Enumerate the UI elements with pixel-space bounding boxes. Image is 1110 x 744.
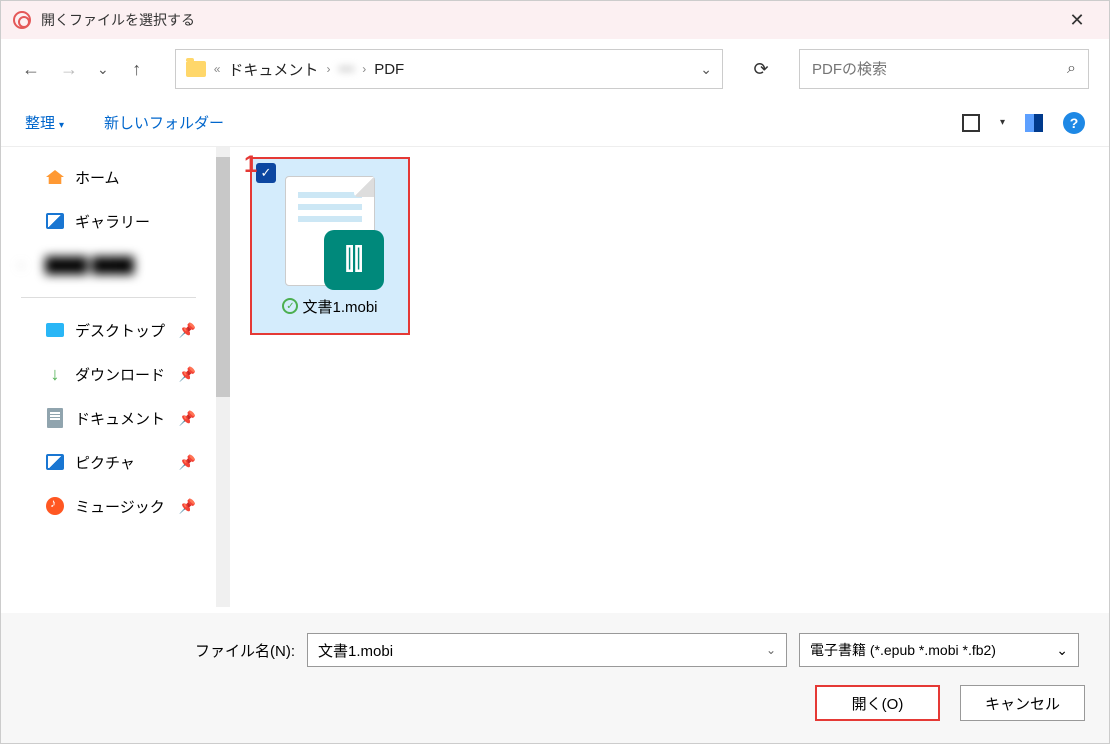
document-icon	[47, 408, 63, 428]
sidebar-item-desktop[interactable]: デスクトップ📌	[1, 308, 216, 352]
path-segment-hidden[interactable]: •••	[338, 61, 354, 78]
new-folder-button[interactable]: 新しいフォルダー	[104, 112, 224, 133]
home-icon	[46, 170, 64, 184]
refresh-button[interactable]: ⟳	[741, 59, 781, 80]
view-mode-button[interactable]	[962, 114, 980, 132]
file-list-area[interactable]: ✓ ⫿⫿ ✓ 文書1.mobi	[230, 147, 1109, 607]
pin-icon: 📌	[179, 322, 196, 339]
download-icon: ↓	[51, 364, 60, 385]
sidebar-item-downloads[interactable]: ↓ダウンロード📌	[1, 352, 216, 396]
view-dropdown[interactable]: ▾	[1000, 117, 1005, 128]
file-thumbnail: ⫿⫿	[285, 176, 375, 286]
sync-status-icon: ✓	[282, 298, 298, 314]
open-button[interactable]: 開く(O)	[815, 685, 940, 721]
nav-forward-button[interactable]: →	[59, 59, 79, 80]
path-segment-pdf[interactable]: PDF	[374, 61, 404, 78]
filename-dropdown[interactable]: ⌄	[766, 643, 776, 657]
sidebar-item-music[interactable]: ミュージック📌	[1, 484, 216, 528]
window-title: 開くファイルを選択する	[41, 10, 195, 30]
chevron-right-icon: ›	[326, 62, 330, 76]
sidebar: ホーム ギャラリー ›████ ████ デスクトップ📌 ↓ダウンロード📌 ドキ…	[1, 147, 216, 607]
sidebar-scrollbar[interactable]	[216, 147, 230, 607]
preview-pane-button[interactable]	[1025, 114, 1043, 132]
nav-up-button[interactable]: ↑	[127, 59, 147, 80]
music-icon	[46, 497, 64, 515]
sidebar-item-documents[interactable]: ドキュメント📌	[1, 396, 216, 440]
chevron-right-icon: ›	[362, 62, 366, 76]
sidebar-item-hidden[interactable]: ›████ ████	[1, 243, 216, 287]
search-box[interactable]: ⌕	[799, 49, 1089, 89]
pin-icon: 📌	[179, 410, 196, 427]
path-segment-documents[interactable]: ドキュメント	[228, 59, 318, 80]
search-input[interactable]	[812, 61, 1067, 78]
scroll-thumb[interactable]	[216, 157, 230, 397]
ebook-badge-icon: ⫿⫿	[324, 230, 384, 290]
chevron-right-icon: ›	[19, 258, 23, 272]
gallery-icon	[46, 213, 64, 229]
path-prefix: «	[214, 62, 221, 76]
pin-icon: 📌	[179, 454, 196, 471]
folder-icon	[186, 61, 206, 77]
address-bar[interactable]: « ドキュメント › ••• › PDF ⌄	[175, 49, 723, 89]
nav-recent-dropdown[interactable]: ⌄	[97, 61, 109, 78]
picture-icon	[46, 454, 64, 470]
file-name-label: 文書1.mobi	[302, 296, 377, 317]
chevron-down-icon: ⌄	[1056, 642, 1068, 659]
filename-label: ファイル名(N):	[195, 640, 295, 661]
sidebar-item-gallery[interactable]: ギャラリー	[1, 199, 216, 243]
annotation-1: 1	[244, 151, 257, 179]
app-icon	[13, 11, 31, 29]
desktop-icon	[46, 323, 64, 337]
cancel-button[interactable]: キャンセル	[960, 685, 1085, 721]
sidebar-item-pictures[interactable]: ピクチャ📌	[1, 440, 216, 484]
pin-icon: 📌	[179, 366, 196, 383]
search-icon[interactable]: ⌕	[1067, 60, 1076, 78]
filename-value: 文書1.mobi	[318, 640, 393, 661]
divider	[21, 297, 196, 298]
file-item-mobi[interactable]: ✓ ⫿⫿ ✓ 文書1.mobi	[250, 157, 410, 335]
organize-menu[interactable]: 整理▾	[25, 112, 64, 133]
pin-icon: 📌	[179, 498, 196, 515]
nav-back-button[interactable]: ←	[21, 59, 41, 80]
sidebar-item-home[interactable]: ホーム	[1, 155, 216, 199]
filetype-dropdown[interactable]: 電子書籍 (*.epub *.mobi *.fb2) ⌄	[799, 633, 1079, 667]
path-dropdown[interactable]: ⌄	[700, 61, 712, 78]
close-button[interactable]: ✕	[1057, 10, 1097, 31]
help-button[interactable]: ?	[1063, 112, 1085, 134]
filetype-label: 電子書籍 (*.epub *.mobi *.fb2)	[810, 640, 996, 660]
filename-input[interactable]: 文書1.mobi ⌄	[307, 633, 787, 667]
selection-checkbox[interactable]: ✓	[256, 163, 276, 183]
